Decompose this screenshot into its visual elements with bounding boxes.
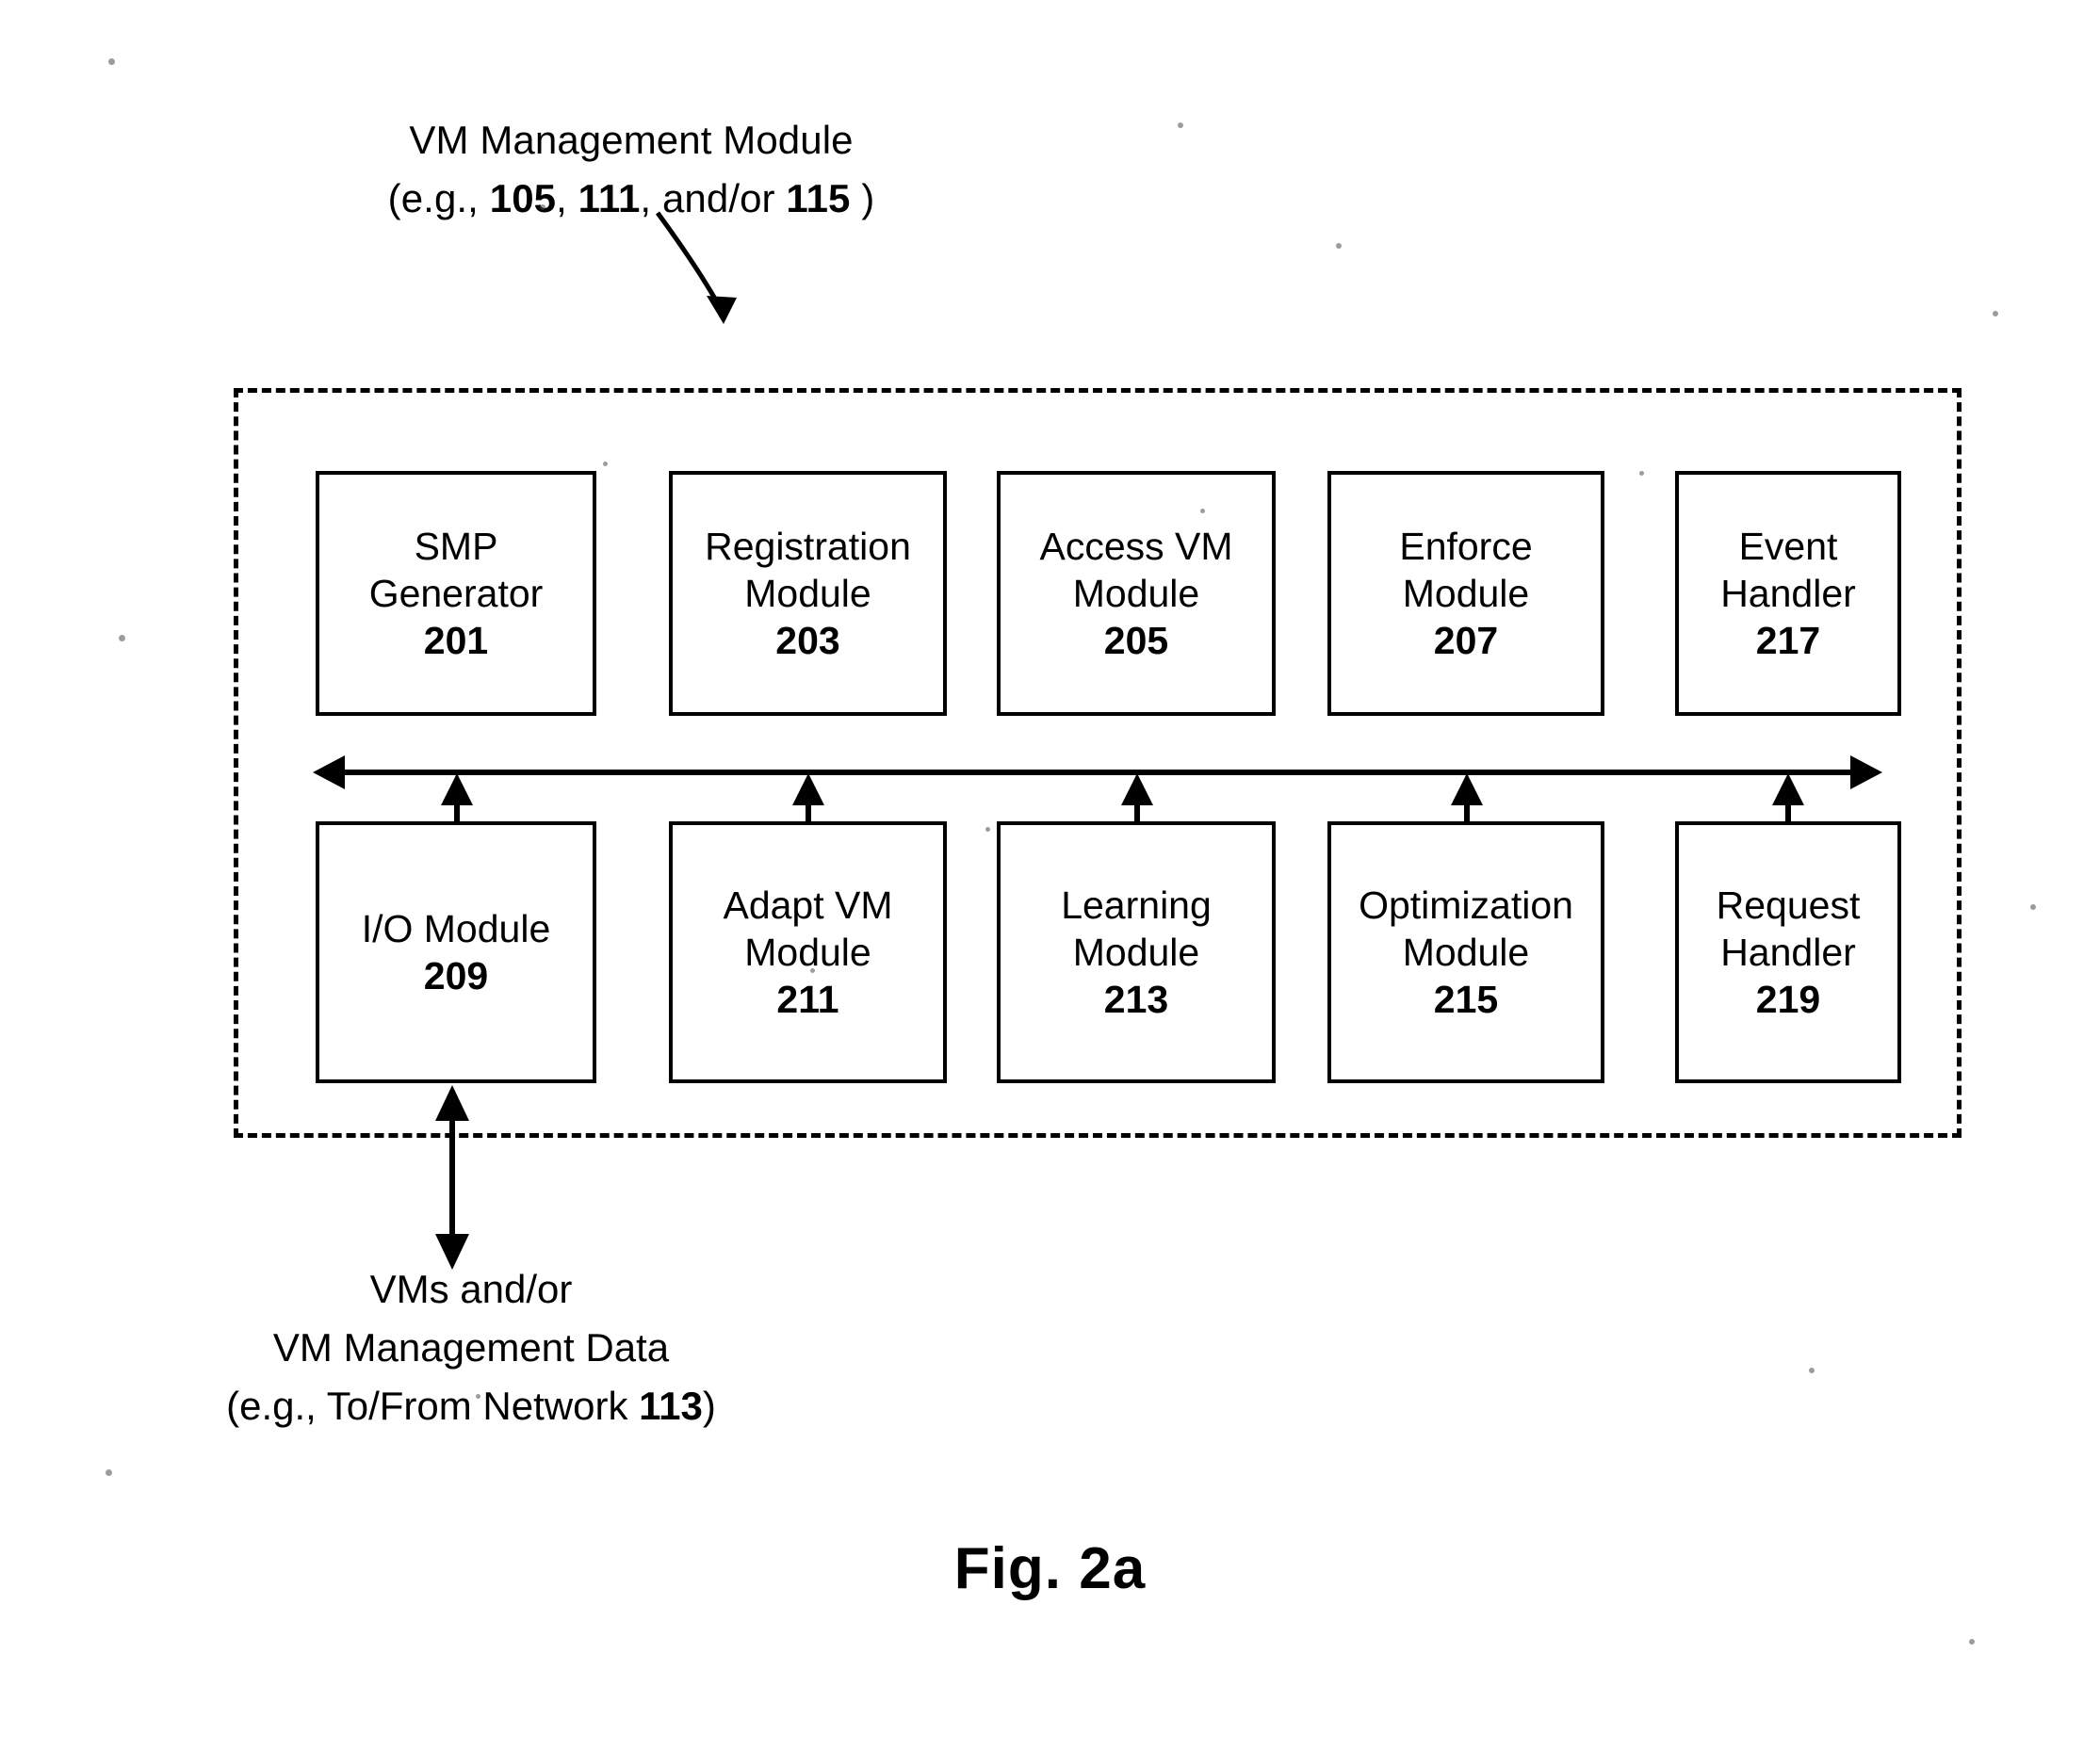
vm-management-module-caption: VM Management Module (e.g., 105, 111, an… (283, 111, 980, 228)
module-reference-number: 219 (1755, 978, 1821, 1021)
module-box-smp-generator[interactable]: SMP Generator 201 (316, 471, 596, 716)
module-title-line-2: Module (1072, 572, 1200, 615)
figure-label: Fig. 2a (953, 1536, 1147, 1601)
caption-line-2: (e.g., 105, 111, and/or 115 ) (283, 170, 980, 228)
module-box-io-module[interactable]: I/O Module 209 (316, 821, 596, 1083)
module-title-line-1: Learning (1061, 884, 1212, 927)
caption-line-1: VM Management Module (409, 118, 854, 162)
module-title-line-1: Enforce (1399, 525, 1533, 568)
scan-speck (540, 204, 545, 210)
scan-speck (476, 1394, 480, 1399)
module-title-line-1: SMP (414, 525, 498, 568)
reference-numeral-113: 113 (639, 1384, 703, 1428)
caption-separator-1: , (556, 176, 578, 220)
module-reference-number: 213 (1103, 978, 1169, 1021)
scan-speck (810, 968, 815, 973)
module-box-registration-module[interactable]: Registration Module 203 (669, 471, 947, 716)
scan-speck (119, 635, 125, 641)
module-title-line-1: Access VM (1039, 525, 1233, 568)
module-box-learning-module[interactable]: Learning Module 213 (997, 821, 1276, 1083)
io-external-double-arrow-icon (435, 1085, 469, 1270)
module-reference-number: 203 (775, 619, 840, 662)
external-data-caption: VMs and/or VM Management Data (e.g., To/… (132, 1260, 810, 1435)
bottom-caption-prefix: (e.g., To/From Network (226, 1384, 640, 1428)
module-title-line-1: Event (1738, 525, 1838, 568)
scan-speck (106, 1469, 112, 1476)
module-title-line-2: Module (1402, 931, 1530, 974)
module-title-line-2: Handler (1720, 572, 1856, 615)
scan-speck (603, 462, 608, 466)
module-box-access-vm-module[interactable]: Access VM Module 205 (997, 471, 1276, 716)
communication-bus-line (313, 755, 1882, 789)
scan-speck (985, 827, 990, 832)
reference-numeral-111: 111 (578, 176, 641, 220)
module-title-line-1: Optimization (1359, 884, 1573, 927)
reference-numeral-115: 115 (786, 176, 851, 220)
module-box-enforce-module[interactable]: Enforce Module 207 (1327, 471, 1604, 716)
bottom-caption-line-2: VM Management Data (272, 1325, 670, 1370)
module-reference-number: 215 (1433, 978, 1499, 1021)
reference-numeral-105: 105 (489, 176, 557, 220)
module-box-optimization-module[interactable]: Optimization Module 215 (1327, 821, 1604, 1083)
module-title-line-2: Generator (368, 572, 544, 615)
scan-speck (1969, 1639, 1975, 1645)
module-reference-number: 211 (776, 978, 839, 1021)
scan-speck (2030, 904, 2036, 910)
caption-eg-suffix: ) (850, 176, 875, 220)
scan-speck (1178, 122, 1183, 128)
module-box-request-handler[interactable]: Request Handler 219 (1675, 821, 1901, 1083)
module-title-line-2: Module (744, 931, 871, 974)
module-reference-number: 201 (423, 619, 489, 662)
scan-speck (1200, 509, 1205, 513)
module-reference-number: 205 (1103, 619, 1169, 662)
module-title-line-2: Handler (1720, 931, 1856, 974)
caption-eg-prefix: (e.g., (387, 176, 490, 220)
module-title-line-2: Module (1072, 931, 1200, 974)
bottom-caption-suffix: ) (702, 1384, 716, 1428)
module-title-line-2: Module (1402, 572, 1530, 615)
module-box-event-handler[interactable]: Event Handler 217 (1675, 471, 1901, 716)
scan-speck (108, 58, 115, 65)
bottom-caption-line-1: VMs and/or (369, 1267, 573, 1311)
module-title-line-2: Module (744, 572, 871, 615)
leader-arrow-icon (655, 211, 737, 324)
scan-speck (1639, 471, 1644, 476)
module-reference-number: 209 (423, 954, 489, 997)
module-title-line-1: I/O Module (361, 907, 551, 950)
module-title-line-1: Request (1716, 884, 1861, 927)
module-reference-number: 207 (1433, 619, 1499, 662)
module-title-line-1: Adapt VM (723, 884, 893, 927)
module-reference-number: 217 (1755, 619, 1821, 662)
bottom-caption-line-3: (e.g., To/From Network 113) (132, 1377, 810, 1435)
scan-speck (1336, 243, 1342, 249)
scan-speck (1809, 1368, 1815, 1373)
scan-speck (1993, 311, 1998, 316)
module-box-adapt-vm-module[interactable]: Adapt VM Module 211 (669, 821, 947, 1083)
module-title-line-1: Registration (705, 525, 911, 568)
